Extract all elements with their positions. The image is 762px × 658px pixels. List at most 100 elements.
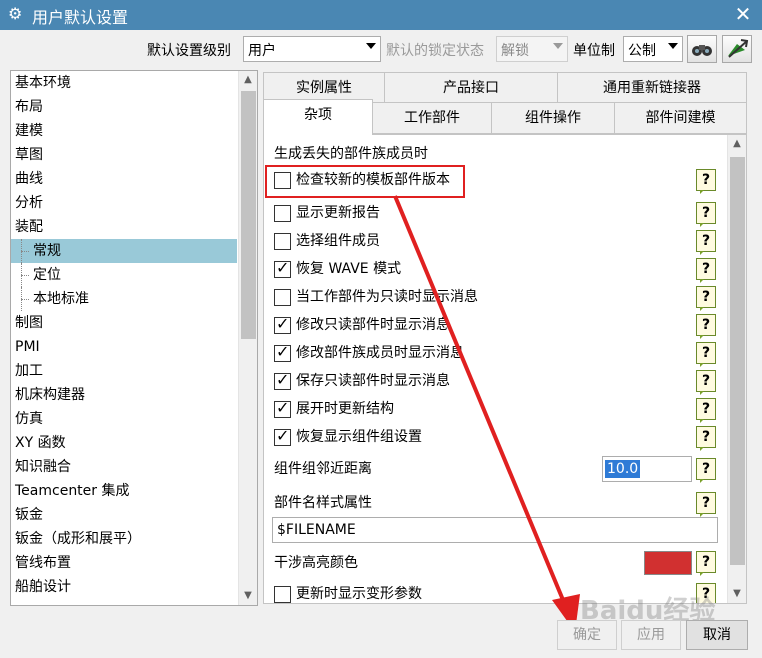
help-icon[interactable]: ? xyxy=(696,458,716,483)
tree-item-label: 常规 xyxy=(33,243,61,259)
help-icon[interactable]: ? xyxy=(696,258,716,283)
chevron-down-icon xyxy=(668,43,678,49)
tree-item[interactable]: XY 函数 xyxy=(11,431,237,455)
tree-item[interactable]: 定位 xyxy=(11,263,237,287)
tree-item[interactable]: 基本环境 xyxy=(11,71,237,95)
find-button[interactable] xyxy=(687,35,717,63)
option-checkbox[interactable]: ✓ xyxy=(274,370,291,390)
tree-item[interactable]: Teamcenter 集成 xyxy=(11,479,237,503)
tree-item[interactable]: 钣金（成形和展平） xyxy=(11,527,237,551)
tree-item[interactable]: 曲线 xyxy=(11,167,237,191)
tree-item[interactable]: 装配 xyxy=(11,215,237,239)
tree-item[interactable]: 船舶设计 xyxy=(11,575,237,599)
tree-scrollbar[interactable]: ▲ ▼ xyxy=(238,71,257,605)
update-deform-params-checkbox[interactable] xyxy=(274,586,291,603)
option-label: 当工作部件为只读时显示消息 xyxy=(296,289,478,305)
tree-item[interactable]: 管线布置 xyxy=(11,551,237,575)
lock-select-value: 解锁 xyxy=(501,43,529,59)
scrollbar-thumb[interactable] xyxy=(730,157,745,565)
export-icon xyxy=(728,39,749,58)
tree-item-label: 管线布置 xyxy=(15,555,71,571)
neighbor-distance-field[interactable]: 10.0 xyxy=(602,456,692,482)
tree-item-label: 制图 xyxy=(15,315,43,331)
tab-product-interface[interactable]: 产品接口 xyxy=(384,72,558,104)
interference-color-label: 干涉高亮颜色 xyxy=(274,555,358,571)
option-label: 选择组件成员 xyxy=(296,233,380,249)
gear-icon: ⚙ xyxy=(8,4,23,23)
tree-item-label: 钣金 xyxy=(15,507,43,523)
tree-item[interactable]: 常规 xyxy=(11,239,237,263)
toolbar: 默认设置级别 用户 默认的锁定状态 解锁 单位制 公制 xyxy=(0,30,762,68)
help-icon[interactable]: ? xyxy=(696,342,716,367)
checkmark-icon: ✓ xyxy=(276,370,290,389)
help-icon[interactable]: ? xyxy=(696,169,716,194)
help-icon[interactable]: ? xyxy=(696,314,716,339)
level-select[interactable]: 用户 xyxy=(243,36,381,62)
unit-select[interactable]: 公制 xyxy=(623,36,683,62)
title-bar: ⚙ 用户默认设置 ✕ xyxy=(0,0,762,30)
tree-item[interactable]: PMI xyxy=(11,335,237,359)
scrollbar-thumb[interactable] xyxy=(241,91,256,339)
cancel-button[interactable]: 取消 xyxy=(686,620,748,650)
help-icon[interactable]: ? xyxy=(696,551,716,576)
lock-select: 解锁 xyxy=(496,36,568,62)
export-button[interactable] xyxy=(722,35,752,63)
tab-generic-relinker[interactable]: 通用重新链接器 xyxy=(557,72,747,104)
option-checkbox[interactable] xyxy=(274,289,291,306)
tab-miscellaneous[interactable]: 杂项 xyxy=(263,99,373,135)
tree-item[interactable]: 钣金 xyxy=(11,503,237,527)
tree-connector xyxy=(21,299,29,300)
interference-color-swatch[interactable] xyxy=(644,551,692,575)
help-icon[interactable]: ? xyxy=(696,230,716,255)
lock-label: 默认的锁定状态 xyxy=(386,43,484,59)
option-checkbox[interactable]: ✓ xyxy=(274,426,291,446)
option-checkbox[interactable] xyxy=(274,233,291,250)
tree-connector xyxy=(21,275,29,276)
option-checkbox[interactable]: ✓ xyxy=(274,258,291,278)
scroll-up-icon[interactable]: ▲ xyxy=(239,71,257,89)
help-icon[interactable]: ? xyxy=(696,286,716,311)
tree-item[interactable]: 本地标准 xyxy=(11,287,237,311)
tab-component-operations[interactable]: 组件操作 xyxy=(491,102,615,134)
scroll-up-icon[interactable]: ▲ xyxy=(728,135,746,153)
tree-item-label: 建模 xyxy=(15,123,43,139)
scroll-down-icon[interactable]: ▼ xyxy=(239,587,257,605)
tree-item[interactable]: 草图 xyxy=(11,143,237,167)
tab-work-part[interactable]: 工作部件 xyxy=(372,102,492,134)
option-label: 修改只读部件时显示消息 xyxy=(296,317,450,333)
help-icon[interactable]: ? xyxy=(696,398,716,423)
help-icon[interactable]: ? xyxy=(696,202,716,227)
tree-item-label: 布局 xyxy=(15,99,43,115)
name-style-attribute-field[interactable]: $FILENAME xyxy=(272,517,718,543)
help-icon[interactable]: ? xyxy=(696,492,716,517)
tab-interpart-modeling[interactable]: 部件间建模 xyxy=(614,102,747,134)
scroll-down-icon[interactable]: ▼ xyxy=(728,585,746,603)
tree-item[interactable]: 加工 xyxy=(11,359,237,383)
close-icon[interactable]: ✕ xyxy=(732,2,754,26)
tree-item-label: 机床构建器 xyxy=(15,387,85,403)
option-checkbox[interactable]: ✓ xyxy=(274,398,291,418)
ok-button[interactable]: 确定 xyxy=(557,620,617,650)
panel-scrollbar[interactable]: ▲ ▼ xyxy=(727,135,746,603)
help-icon[interactable]: ? xyxy=(696,370,716,395)
tree-item[interactable]: 知识融合 xyxy=(11,455,237,479)
unit-label: 单位制 xyxy=(573,43,615,59)
option-label: 修改部件族成员时显示消息 xyxy=(296,345,464,361)
tree-item[interactable]: 布局 xyxy=(11,95,237,119)
option-checkbox[interactable]: ✓ xyxy=(274,342,291,362)
tree-item[interactable]: 制图 xyxy=(11,311,237,335)
tree-item[interactable]: 机床构建器 xyxy=(11,383,237,407)
name-style-attribute-label: 部件名样式属性 xyxy=(274,495,372,511)
chevron-down-icon xyxy=(553,43,563,49)
tree-item[interactable]: 建模 xyxy=(11,119,237,143)
help-icon[interactable]: ? xyxy=(696,426,716,451)
checkmark-icon: ✓ xyxy=(276,258,290,277)
tree-item[interactable]: 分析 xyxy=(11,191,237,215)
option-checkbox[interactable]: ✓ xyxy=(274,314,291,334)
tree-item-label: 船舶设计 xyxy=(15,579,71,595)
tree-item[interactable]: 仿真 xyxy=(11,407,237,431)
window-title: 用户默认设置 xyxy=(32,8,129,27)
option-checkbox[interactable] xyxy=(274,205,291,222)
apply-button[interactable]: 应用 xyxy=(621,620,681,650)
tree-item-label: 分析 xyxy=(15,195,43,211)
